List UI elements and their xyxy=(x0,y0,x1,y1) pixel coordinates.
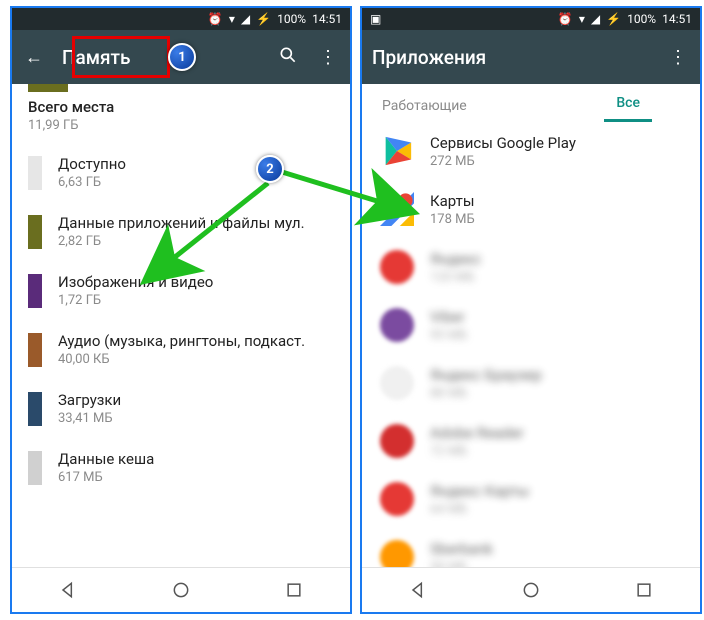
storage-row-value: 617 МБ xyxy=(58,470,334,485)
app-bar: ← Память ⋮ xyxy=(12,30,350,84)
app-size: 178 МБ xyxy=(430,212,475,227)
storage-row[interactable]: Загрузки 33,41 МБ xyxy=(12,379,350,438)
app-row[interactable]: Viber 95 МБ xyxy=(362,296,700,354)
app-row[interactable]: Карты 178 МБ xyxy=(362,180,700,238)
total-storage-block: Всего места 11,99 ГБ xyxy=(12,84,350,143)
nav-recents-icon[interactable] xyxy=(284,580,304,600)
app-name: Сервисы Google Play xyxy=(430,134,576,152)
storage-row[interactable]: Данные кеша 617 МБ xyxy=(12,438,350,497)
app-icon xyxy=(378,422,416,460)
app-row[interactable]: Сервисы Google Play 272 МБ xyxy=(362,122,700,180)
color-swatch xyxy=(28,333,42,367)
app-row[interactable]: Яндекс Карты 64 МБ xyxy=(362,470,700,528)
battery-percent: 100% xyxy=(277,12,306,26)
app-row[interactable]: Sberbank 58 МБ xyxy=(362,528,700,567)
search-icon[interactable] xyxy=(276,45,300,70)
storage-row[interactable]: Изображения и видео 1,72 ГБ xyxy=(12,261,350,320)
app-name: Яндекс xyxy=(430,250,481,268)
signal-icon: ◢ xyxy=(241,12,250,26)
status-bar: ⏰ ▾ ◢ ⚡ 100% 14:51 xyxy=(12,8,350,30)
back-icon[interactable]: ← xyxy=(22,47,46,68)
page-title: Память xyxy=(62,46,130,69)
app-icon xyxy=(378,538,416,567)
app-size: 58 МБ xyxy=(430,560,493,568)
storage-row-label: Аудио (музыка, рингтоны, подкаст. xyxy=(58,332,334,350)
clock: 14:51 xyxy=(312,12,342,26)
storage-row-value: 40,00 КБ xyxy=(58,352,334,367)
page-title: Приложения xyxy=(372,46,486,69)
nav-bar xyxy=(362,567,700,612)
phone-right-apps: ▣ ⏰ ▾ ◢ ⚡ 100% 14:51 Приложения ⋮ Работа… xyxy=(360,6,702,614)
usage-bar-peek xyxy=(28,84,68,92)
battery-icon: ⚡ xyxy=(256,12,271,26)
app-row[interactable]: Яндекс 120 МБ xyxy=(362,238,700,296)
app-icon xyxy=(378,480,416,518)
app-size: 72 МБ xyxy=(430,444,524,459)
alarm-icon: ⏰ xyxy=(208,12,223,26)
color-swatch xyxy=(28,392,42,426)
tabs: Работающие Все xyxy=(362,84,700,122)
storage-row-label: Доступно xyxy=(58,155,334,173)
color-swatch xyxy=(28,156,42,190)
storage-row-value: 2,82 ГБ xyxy=(58,234,334,249)
storage-row-label: Данные кеша xyxy=(58,450,334,468)
storage-row-label: Изображения и видео xyxy=(58,273,334,291)
alarm-icon: ⏰ xyxy=(558,12,573,26)
app-size: 120 МБ xyxy=(430,270,481,285)
phone-left-storage: ⏰ ▾ ◢ ⚡ 100% 14:51 ← Память ⋮ Всего мест… xyxy=(10,6,352,614)
storage-row-label: Данные приложений и файлы мул. xyxy=(58,214,334,232)
apps-content: Работающие Все Сервисы Google Play 272 М… xyxy=(362,84,700,567)
nav-back-icon[interactable] xyxy=(58,580,78,600)
app-name: Sberbank xyxy=(430,540,493,558)
total-label: Всего места xyxy=(28,98,334,116)
tab-all[interactable]: Все xyxy=(604,87,652,122)
app-name: Яндекс Карты xyxy=(430,482,529,500)
storage-row[interactable]: Данные приложений и файлы мул. 2,82 ГБ xyxy=(12,202,350,261)
nav-recents-icon[interactable] xyxy=(634,580,654,600)
screenshot-icon: ▣ xyxy=(370,12,381,26)
app-name: Яндекс Браузер xyxy=(430,366,542,384)
overflow-icon[interactable]: ⋮ xyxy=(316,47,340,68)
storage-row-label: Загрузки xyxy=(58,391,334,409)
storage-row-value: 6,63 ГБ xyxy=(58,175,334,190)
signal-icon: ◢ xyxy=(591,12,600,26)
app-name: Adobe Reader xyxy=(430,424,524,442)
nav-home-icon[interactable] xyxy=(521,580,541,600)
storage-row[interactable]: Аудио (музыка, рингтоны, подкаст. 40,00 … xyxy=(12,320,350,379)
nav-back-icon[interactable] xyxy=(408,580,428,600)
clock: 14:51 xyxy=(662,12,692,26)
battery-icon: ⚡ xyxy=(606,12,621,26)
nav-home-icon[interactable] xyxy=(171,580,191,600)
tab-running[interactable]: Работающие xyxy=(370,90,479,122)
nav-bar xyxy=(12,567,350,612)
app-name: Карты xyxy=(430,192,475,210)
app-size: 88 МБ xyxy=(430,386,542,401)
overflow-icon[interactable]: ⋮ xyxy=(666,47,690,68)
battery-percent: 100% xyxy=(627,12,656,26)
app-icon xyxy=(378,190,416,228)
app-icon xyxy=(378,364,416,402)
app-icon xyxy=(378,306,416,344)
app-size: 272 МБ xyxy=(430,154,576,169)
app-size: 64 МБ xyxy=(430,502,529,517)
storage-content: Всего места 11,99 ГБ Доступно 6,63 ГБ Да… xyxy=(12,84,350,567)
storage-row-value: 33,41 МБ xyxy=(58,411,334,426)
wifi-icon: ▾ xyxy=(579,12,585,26)
app-row[interactable]: Adobe Reader 72 МБ xyxy=(362,412,700,470)
app-row[interactable]: Яндекс Браузер 88 МБ xyxy=(362,354,700,412)
app-bar: Приложения ⋮ xyxy=(362,30,700,84)
total-value: 11,99 ГБ xyxy=(28,118,334,133)
status-bar: ▣ ⏰ ▾ ◢ ⚡ 100% 14:51 xyxy=(362,8,700,30)
storage-row-value: 1,72 ГБ xyxy=(58,293,334,308)
color-swatch xyxy=(28,274,42,308)
storage-row[interactable]: Доступно 6,63 ГБ xyxy=(12,143,350,202)
app-name: Viber xyxy=(430,308,467,326)
wifi-icon: ▾ xyxy=(229,12,235,26)
color-swatch xyxy=(28,451,42,485)
app-icon xyxy=(378,248,416,286)
color-swatch xyxy=(28,215,42,249)
app-size: 95 МБ xyxy=(430,328,467,343)
app-icon xyxy=(378,132,416,170)
